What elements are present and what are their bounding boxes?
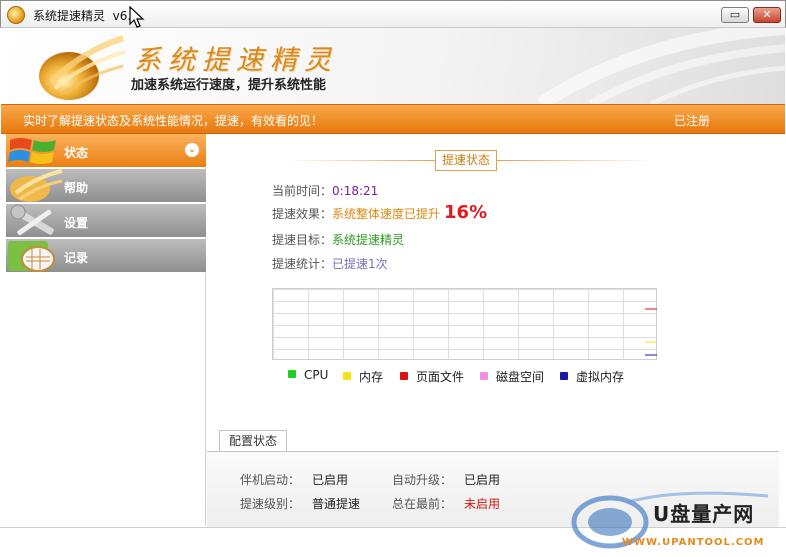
legend-swatch — [400, 372, 408, 380]
sidebar-item-label: 帮助 — [64, 181, 89, 195]
speedup-count-label: 提速统计： — [272, 257, 333, 271]
config-level: 提速级别： 普通提速 — [240, 495, 360, 512]
legend-item-cpu: CPU — [288, 368, 328, 382]
speedup-effect-value: 系统整体速度已提升 — [332, 207, 441, 221]
chevron-down-icon: ⌄ — [185, 143, 199, 157]
config-ontop: 总在最前： 未启用 — [392, 495, 500, 512]
speedup-effect-row: 提速效果：系统整体速度已提升 16% — [272, 202, 487, 223]
config-boot: 伴机启动： 已启用 — [240, 471, 348, 488]
legend-swatch — [288, 370, 296, 378]
log-icon — [8, 241, 55, 272]
legend-item-pagefile: 页面文件 — [400, 368, 464, 385]
legend-swatch — [560, 372, 568, 380]
brand-tagline: 加速系统运行速度，提升系统性能 — [131, 78, 327, 93]
speedup-count-row: 提速统计：已提速1次 — [272, 255, 388, 272]
mouse-cursor-icon — [129, 6, 145, 28]
brand-calligraphy: 系统提速精灵 — [134, 45, 338, 76]
banner: 系统提速精灵 加速系统运行速度，提升系统性能 — [1, 28, 785, 104]
config-autoupdate-value: 已启用 — [464, 473, 501, 487]
info-bar: 实时了解提速状态及系统性能情况，提速，有效看的见！ 已注册 — [1, 104, 785, 134]
config-ontop-value: 未启用 — [464, 497, 501, 511]
config-level-value: 普通提速 — [312, 497, 361, 511]
config-level-label: 提速级别： — [240, 497, 301, 511]
wrench-icon — [10, 204, 54, 236]
sidebar-item-label: 记录 — [64, 251, 89, 265]
chart-traces — [645, 308, 657, 356]
config-ontop-label: 总在最前： — [392, 497, 453, 511]
speedup-percent: 16% — [444, 202, 488, 223]
divider — [285, 160, 435, 161]
close-button[interactable]: ✕ — [753, 7, 781, 23]
watermark-url: WWW.UPANTOOL.COM — [622, 537, 765, 548]
sidebar-item-help[interactable]: 帮助 — [6, 169, 206, 203]
performance-chart — [272, 288, 657, 360]
current-time-label: 当前时间： — [272, 184, 333, 198]
speedup-target-row: 提速目标：系统提速精灵 — [272, 231, 404, 248]
windows-logo-icon — [8, 138, 56, 164]
current-time-value: 0:18:21 — [332, 184, 379, 198]
sidebar-item-status[interactable]: 状态 ⌄ — [6, 134, 206, 168]
watermark-text: U盘量产网 — [653, 502, 755, 526]
config-autoupdate: 自动升级： 已启用 — [392, 471, 500, 488]
app-logo-icon — [39, 35, 126, 100]
minimize-button[interactable]: ▭ — [721, 7, 749, 23]
divider — [497, 160, 657, 161]
sidebar-item-settings[interactable]: 设置 — [6, 204, 206, 238]
title-bar: 系统提速精灵 v6. ▭ ✕ — [0, 0, 786, 28]
sidebar-item-log[interactable]: 记录 — [6, 239, 206, 273]
registration-status: 已注册 — [674, 114, 711, 128]
speedup-target-value: 系统提速精灵 — [332, 233, 405, 247]
legend-swatch — [343, 372, 351, 380]
decorative-swirl-icon — [537, 28, 785, 104]
speedup-count-value: 已提速1次 — [332, 257, 388, 271]
config-boot-value: 已启用 — [312, 473, 349, 487]
speedup-target-label: 提速目标： — [272, 233, 333, 247]
speedup-effect-label: 提速效果： — [272, 207, 333, 221]
legend-item-disk-space: 磁盘空间 — [480, 368, 544, 385]
current-time-row: 当前时间：0:18:21 — [272, 182, 378, 199]
app-icon — [7, 6, 25, 24]
legend-swatch — [480, 372, 488, 380]
help-icon — [10, 169, 63, 202]
window-title: 系统提速精灵 v6. — [33, 9, 132, 23]
legend-item-virtual-memory: 虚拟内存 — [560, 368, 624, 385]
config-boot-label: 伴机启动： — [240, 473, 301, 487]
legend-item-memory: 内存 — [343, 368, 383, 385]
config-autoupdate-label: 自动升级： — [392, 473, 453, 487]
sidebar: 状态 ⌄ 帮助 设置 记录 — [6, 134, 206, 526]
sidebar-item-label: 状态 — [64, 146, 89, 160]
status-section-title: 提速状态 — [435, 150, 497, 171]
sidebar-item-label: 设置 — [64, 216, 89, 230]
info-message: 实时了解提速状态及系统性能情况，提速，有效看的见！ — [23, 114, 324, 128]
tab-config-status[interactable]: 配置状态 — [219, 430, 287, 452]
